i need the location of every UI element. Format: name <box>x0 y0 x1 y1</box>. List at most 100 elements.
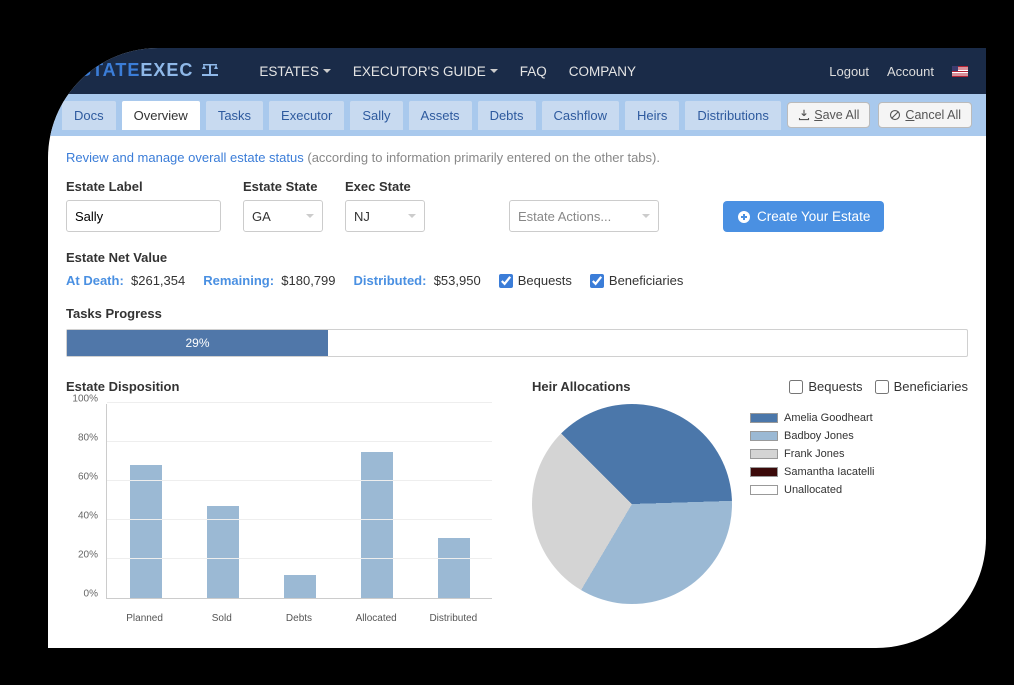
legend-swatch <box>750 413 778 423</box>
field-estate-label: Estate Label <box>66 179 221 232</box>
nav-estates[interactable]: ESTATES <box>259 64 331 79</box>
remaining-val: $180,799 <box>281 273 335 288</box>
intro-text: Review and manage overall estate status … <box>66 150 968 165</box>
logo-part1: ESTATE <box>66 60 140 80</box>
pie-chart <box>532 404 732 604</box>
at-death-val: $261,354 <box>131 273 185 288</box>
x-label: Planned <box>115 613 175 624</box>
beneficiaries-label: Beneficiaries <box>609 273 683 288</box>
save-underline: S <box>814 108 822 122</box>
save-all-button[interactable]: Save All <box>787 102 870 128</box>
nav-company-label: COMPANY <box>569 64 636 79</box>
y-tick: 100% <box>72 394 98 405</box>
tab-tasks[interactable]: Tasks <box>206 101 263 130</box>
estate-label-label: Estate Label <box>66 179 221 194</box>
tab-overview[interactable]: Overview <box>122 101 200 130</box>
tab-docs[interactable]: Docs <box>62 101 116 130</box>
header-bar: ESTATEEXEC ESTATES EXECUTOR'S GUIDE FAQ … <box>48 48 986 94</box>
tasks-progress-title: Tasks Progress <box>66 306 968 321</box>
nav-faq-label: FAQ <box>520 64 547 79</box>
heir-bequests-input[interactable] <box>789 380 803 394</box>
estate-state-value: GA <box>252 209 271 224</box>
heir-beneficiaries-input[interactable] <box>875 380 889 394</box>
account-link[interactable]: Account <box>887 64 934 79</box>
caret-down-icon <box>642 214 650 218</box>
net-value-title: Estate Net Value <box>66 250 968 265</box>
download-icon <box>798 109 810 121</box>
x-label: Distributed <box>423 613 483 624</box>
nav-company[interactable]: COMPANY <box>569 64 636 79</box>
remaining-label: Remaining: <box>203 273 274 288</box>
heir-bequests-checkbox[interactable]: Bequests <box>789 379 862 394</box>
legend-label: Frank Jones <box>784 448 845 460</box>
bequests-label: Bequests <box>518 273 572 288</box>
nav-faq[interactable]: FAQ <box>520 64 547 79</box>
bequests-checkbox[interactable]: Bequests <box>499 273 572 288</box>
tab-heirs[interactable]: Heirs <box>625 101 679 130</box>
intro-link[interactable]: Review and manage overall estate status <box>66 150 304 165</box>
save-rest: ave All <box>823 108 860 122</box>
tab-debts[interactable]: Debts <box>478 101 536 130</box>
progress-bar: 29% <box>66 329 968 357</box>
logo[interactable]: ESTATEEXEC <box>66 60 219 82</box>
create-estate-button[interactable]: Create Your Estate <box>723 201 884 232</box>
pie-legend: Amelia GoodheartBadboy JonesFrank JonesS… <box>750 412 875 496</box>
estate-state-select[interactable]: GA <box>243 200 323 232</box>
create-estate-label: Create Your Estate <box>757 209 870 224</box>
scales-icon <box>201 61 219 82</box>
estate-state-label: Estate State <box>243 179 323 194</box>
x-label: Sold <box>192 613 252 624</box>
estate-actions-select[interactable]: Estate Actions... <box>509 200 659 232</box>
nav-guide[interactable]: EXECUTOR'S GUIDE <box>353 64 498 79</box>
field-exec-state: Exec State NJ <box>345 179 425 232</box>
plus-circle-icon <box>737 210 751 224</box>
heir-beneficiaries-label: Beneficiaries <box>894 379 968 394</box>
legend-item: Samantha Iacatelli <box>750 466 875 478</box>
legend-label: Unallocated <box>784 484 842 496</box>
tab-executor[interactable]: Executor <box>269 101 344 130</box>
legend-item: Unallocated <box>750 484 875 496</box>
legend-item: Amelia Goodheart <box>750 412 875 424</box>
legend-swatch <box>750 485 778 495</box>
heir-beneficiaries-checkbox[interactable]: Beneficiaries <box>875 379 968 394</box>
cancel-icon <box>889 109 901 121</box>
heir-alloc-title: Heir Allocations <box>532 379 630 394</box>
legend-label: Samantha Iacatelli <box>784 466 875 478</box>
bar <box>284 575 316 598</box>
disposition-chart: Estate Disposition 0%20%40%60%80%100% Pl… <box>66 379 502 624</box>
tab-assets[interactable]: Assets <box>409 101 472 130</box>
us-flag-icon[interactable] <box>952 66 968 77</box>
exec-state-select[interactable]: NJ <box>345 200 425 232</box>
bar <box>361 452 393 598</box>
distributed-val: $53,950 <box>434 273 481 288</box>
nav-estates-label: ESTATES <box>259 64 319 79</box>
estate-label-input[interactable] <box>66 200 221 232</box>
bar <box>438 538 470 598</box>
tab-distributions[interactable]: Distributions <box>685 101 781 130</box>
legend-swatch <box>750 449 778 459</box>
progress-fill: 29% <box>67 330 328 356</box>
header-right: Logout Account <box>829 64 968 79</box>
exec-state-value: NJ <box>354 209 370 224</box>
tab-cashflow[interactable]: Cashflow <box>542 101 619 130</box>
distributed-label: Distributed: <box>354 273 427 288</box>
bequests-check-input[interactable] <box>499 274 513 288</box>
beneficiaries-check-input[interactable] <box>590 274 604 288</box>
estate-actions-placeholder: Estate Actions... <box>518 209 611 224</box>
field-estate-state: Estate State GA <box>243 179 323 232</box>
caret-down-icon <box>306 214 314 218</box>
heir-allocation-chart: Heir Allocations Bequests Beneficiaries … <box>532 379 968 624</box>
tab-sally[interactable]: Sally <box>350 101 402 130</box>
caret-down-icon <box>323 69 331 73</box>
x-label: Allocated <box>346 613 406 624</box>
logo-part2: EXEC <box>140 60 193 80</box>
disposition-title: Estate Disposition <box>66 379 179 394</box>
y-tick: 60% <box>78 472 98 483</box>
y-tick: 20% <box>78 550 98 561</box>
heir-bequests-label: Bequests <box>808 379 862 394</box>
net-values: At Death: $261,354 Remaining: $180,799 D… <box>66 273 968 288</box>
logout-link[interactable]: Logout <box>829 64 869 79</box>
beneficiaries-checkbox[interactable]: Beneficiaries <box>590 273 683 288</box>
bar <box>207 506 239 598</box>
cancel-all-button[interactable]: Cancel All <box>878 102 972 128</box>
